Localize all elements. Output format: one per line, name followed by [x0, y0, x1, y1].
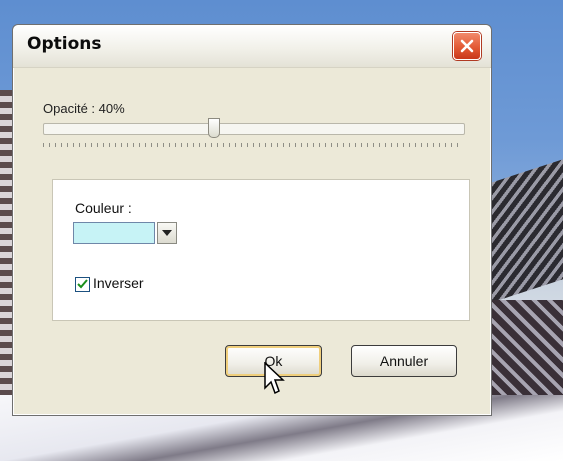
color-group: Couleur : Inverser: [52, 179, 470, 321]
color-label: Couleur :: [75, 200, 132, 216]
chevron-down-icon: [162, 230, 172, 236]
slider-ticks: [43, 143, 463, 147]
invert-label[interactable]: Inverser: [93, 275, 144, 291]
color-swatch[interactable]: [73, 222, 155, 244]
close-x-icon: [460, 39, 474, 53]
checkmark-icon: [77, 279, 88, 289]
dialog-title: Options: [27, 34, 102, 54]
title-bar[interactable]: Options: [13, 25, 491, 68]
options-dialog: Options Opacité : 40% Couleur : Inverser…: [12, 24, 492, 416]
invert-checkbox[interactable]: [75, 277, 90, 292]
opacity-slider[interactable]: [43, 118, 465, 138]
color-dropdown-button[interactable]: [157, 222, 177, 244]
cancel-button[interactable]: Annuler: [351, 345, 457, 377]
opacity-label: Opacité : 40%: [43, 101, 125, 116]
close-button[interactable]: [453, 32, 481, 60]
mouse-pointer-icon: [264, 362, 285, 395]
slider-thumb[interactable]: [208, 118, 220, 138]
